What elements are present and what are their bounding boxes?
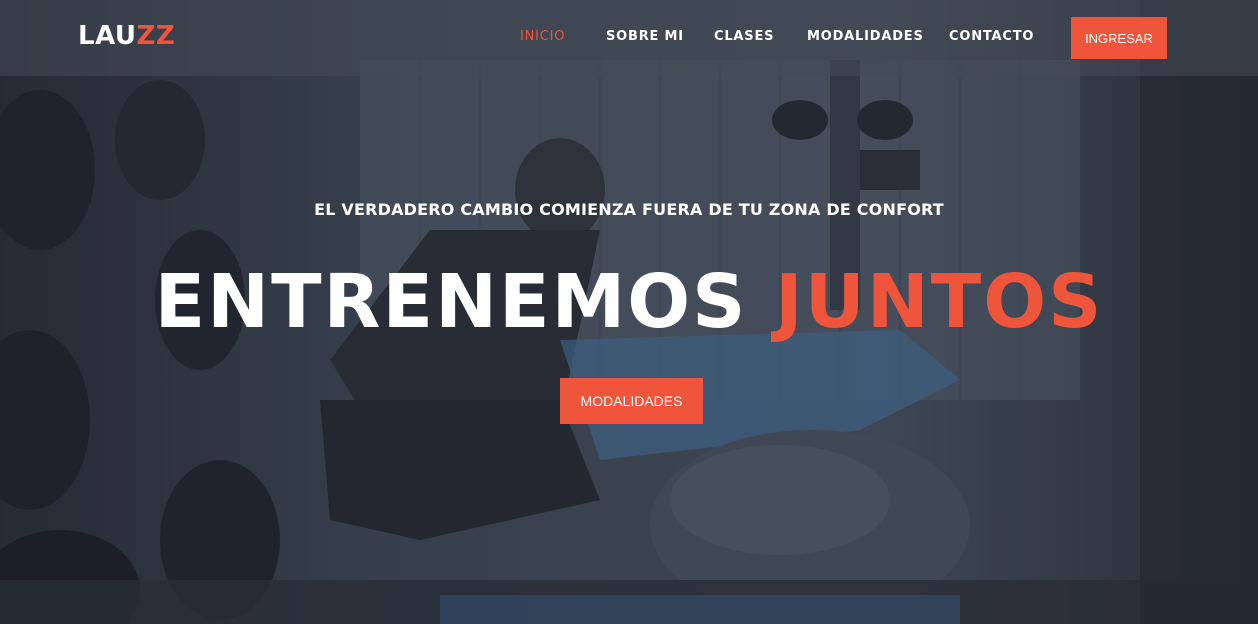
nav-link-modalidades[interactable]: MODALIDADES [807,28,924,46]
logo-accent-text: ZZ [136,21,176,51]
logo-main-text: LAU [78,21,137,51]
modalidades-cta-button[interactable]: MODALIDADES [560,378,703,424]
nav-link-sobre-mi[interactable]: SOBRE MI [606,28,684,46]
navbar: LAUZZ INICIO SOBRE MI CLASES MODALIDADES… [0,0,1258,76]
nav-link-inicio[interactable]: INICIO [520,28,565,46]
hero-headline: ENTRENEMOS JUNTOS [0,252,1258,352]
nav-link-clases[interactable]: CLASES [714,28,774,46]
nav-link-contacto[interactable]: CONTACTO [949,28,1034,46]
hero-tagline: EL VERDADERO CAMBIO COMIENZA FUERA DE TU… [314,200,944,219]
headline-main-text: ENTRENEMOS [154,259,776,345]
headline-accent-text: JUNTOS [775,259,1104,345]
login-button[interactable]: INGRESAR [1071,17,1167,59]
hero-section: LAUZZ INICIO SOBRE MI CLASES MODALIDADES… [0,0,1258,624]
brand-logo[interactable]: LAUZZ [78,20,175,52]
